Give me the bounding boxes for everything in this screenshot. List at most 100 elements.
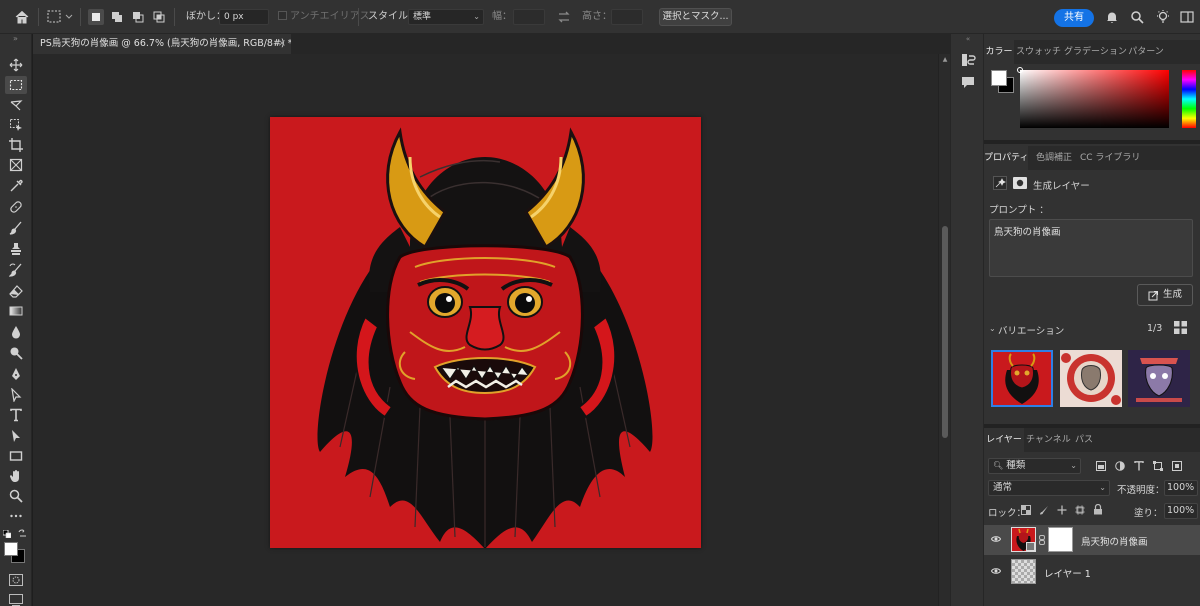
prompt-textarea[interactable]: 鳥天狗の肖像画	[989, 219, 1193, 277]
lasso-tool-icon[interactable]	[5, 96, 27, 114]
variations-count: 1/3	[1147, 323, 1163, 334]
tab-paths[interactable]: パス	[1072, 428, 1096, 452]
filter-smart-object-icon[interactable]	[1172, 461, 1182, 471]
pen-tool-icon[interactable]	[5, 365, 27, 383]
width-input[interactable]	[513, 9, 545, 25]
brush-tool-icon[interactable]	[5, 219, 27, 237]
healing-brush-tool-icon[interactable]	[5, 198, 27, 216]
visibility-eye-icon[interactable]	[991, 535, 1001, 543]
eraser-tool-icon[interactable]	[5, 282, 27, 300]
visibility-eye-icon[interactable]	[991, 567, 1001, 575]
rectangle-tool-icon[interactable]	[5, 447, 27, 465]
eyedropper-tool-icon[interactable]	[5, 177, 27, 195]
search-icon[interactable]	[1130, 10, 1144, 24]
move-tool-icon[interactable]	[5, 56, 27, 74]
variation-thumbnail-3[interactable]	[1128, 350, 1190, 407]
tab-properties[interactable]: プロパティ	[984, 146, 1028, 170]
mask-link-icon[interactable]	[1039, 535, 1045, 545]
style-select[interactable]: 標準 ⌄	[408, 9, 484, 25]
lock-pixels-icon[interactable]	[1039, 505, 1049, 515]
select-and-mask-button[interactable]: 選択とマスク...	[659, 8, 732, 26]
layer-row[interactable]: レイヤー 1	[984, 557, 1200, 587]
strip-grip-handle[interactable]: «	[958, 36, 978, 43]
filter-adjustment-icon[interactable]	[1115, 461, 1125, 471]
filter-shape-icon[interactable]	[1153, 461, 1163, 471]
grid-view-icon[interactable]	[1174, 321, 1187, 334]
blur-tool-icon[interactable]	[5, 323, 27, 341]
tab-patterns[interactable]: パターン	[1126, 40, 1166, 64]
lock-all-icon[interactable]	[1093, 504, 1103, 515]
feather-input[interactable]: 0 px	[219, 9, 269, 25]
path-selection-tool-icon[interactable]	[5, 386, 27, 404]
subtract-selection-button[interactable]	[130, 9, 146, 25]
crop-tool-icon[interactable]	[5, 136, 27, 154]
antialias-checkbox[interactable]	[278, 11, 287, 20]
filter-type-icon[interactable]	[1134, 461, 1144, 471]
blend-mode-select[interactable]: 通常 ⌄	[988, 480, 1110, 496]
tab-layers[interactable]: レイヤー	[984, 428, 1024, 452]
height-label: 高さ：	[582, 11, 612, 22]
tab-gradients[interactable]: グラデーション	[1064, 40, 1127, 64]
variation-thumbnail-2[interactable]	[1060, 350, 1122, 407]
height-input[interactable]	[611, 9, 643, 25]
rectangular-marquee-tool-icon[interactable]	[5, 76, 27, 94]
saturation-brightness-picker[interactable]	[1017, 67, 1169, 128]
vertical-scrollbar[interactable]: ▲	[938, 54, 950, 606]
history-panel-icon[interactable]	[960, 52, 976, 68]
layer-filter-select[interactable]: 🔍︎ 種類 ⌄	[988, 458, 1081, 474]
intersect-selection-button[interactable]	[151, 9, 167, 25]
new-selection-button[interactable]	[88, 9, 104, 25]
scrollbar-thumb[interactable]	[942, 226, 948, 438]
foreground-color-swatch[interactable]	[4, 542, 18, 556]
tab-color[interactable]: カラー	[984, 40, 1014, 64]
swap-dimensions-icon[interactable]	[557, 10, 571, 24]
home-icon[interactable]	[14, 9, 30, 25]
screen-mode-icon[interactable]	[9, 594, 23, 606]
fill-input[interactable]: 100%	[1164, 503, 1198, 519]
layer-mask-thumbnail[interactable]	[1048, 527, 1073, 552]
hand-tool-icon[interactable]	[5, 467, 27, 485]
more-tools-icon[interactable]	[5, 507, 27, 525]
clone-stamp-tool-icon[interactable]	[5, 240, 27, 258]
comments-panel-icon[interactable]	[960, 74, 976, 90]
document-tab[interactable]: PS烏天狗の肖像画 @ 66.7% (烏天狗の肖像画, RGB/8#) *	[33, 34, 291, 54]
default-colors-icon[interactable]	[3, 530, 11, 538]
layer-row[interactable]: 烏天狗の肖像画	[984, 525, 1200, 555]
bell-icon[interactable]	[1105, 10, 1119, 24]
add-selection-button[interactable]	[109, 9, 125, 25]
history-brush-tool-icon[interactable]	[5, 261, 27, 279]
share-button[interactable]: 共有	[1054, 9, 1094, 27]
frame-tool-icon[interactable]	[5, 156, 27, 174]
tab-swatches[interactable]: スウォッチ	[1016, 40, 1061, 64]
right-panel-dock: カラー スウォッチ グラデーション パターン プロパティ 色調補正 CC ライブ…	[984, 34, 1200, 606]
tengu-mask-artwork[interactable]	[270, 117, 701, 548]
hue-slider[interactable]	[1182, 70, 1196, 128]
opacity-input[interactable]: 100%	[1164, 480, 1198, 496]
tab-adjustments[interactable]: 色調補正	[1032, 146, 1076, 170]
close-tab-icon[interactable]: ×	[275, 34, 289, 54]
swap-colors-icon[interactable]	[18, 529, 27, 538]
lock-position-icon[interactable]	[1057, 505, 1067, 515]
picker-handle[interactable]	[1017, 67, 1023, 73]
variation-thumbnail-1[interactable]	[991, 350, 1053, 407]
gradient-tool-icon[interactable]	[5, 302, 27, 320]
tab-channels[interactable]: チャンネル	[1026, 428, 1071, 452]
type-tool-icon[interactable]	[5, 406, 27, 424]
lock-transparent-icon[interactable]	[1021, 505, 1031, 515]
zoom-tool-icon[interactable]	[5, 487, 27, 505]
workspace-panel-icon[interactable]	[1180, 10, 1194, 24]
object-selection-tool-icon[interactable]	[5, 116, 27, 134]
chevron-down-icon[interactable]: ⌄	[989, 324, 996, 333]
lock-artboard-icon[interactable]	[1075, 505, 1085, 515]
generate-button[interactable]: 生成	[1137, 284, 1193, 306]
color-panel-foreground-swatch[interactable]	[991, 70, 1007, 86]
filter-pixel-icon[interactable]	[1096, 461, 1106, 471]
marquee-preset-icon[interactable]	[47, 10, 73, 24]
quick-mask-icon[interactable]	[9, 574, 23, 586]
generative-layer-label: 生成レイヤー	[1033, 181, 1090, 192]
dodge-tool-icon[interactable]	[5, 344, 27, 362]
direct-selection-tool-icon[interactable]	[5, 427, 27, 445]
discover-lightbulb-icon[interactable]	[1155, 9, 1171, 25]
tab-cc-libraries[interactable]: CC ライブラリ	[1080, 146, 1140, 170]
toolbar-grip-handle[interactable]: »	[6, 35, 26, 43]
